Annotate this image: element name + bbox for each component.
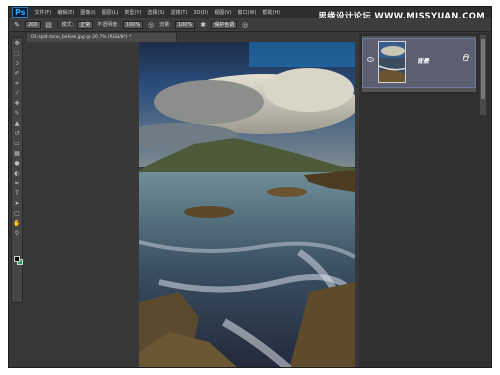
type-tool-icon[interactable]: T [12,189,22,198]
menu-image[interactable]: 图像(I) [80,9,95,16]
menu-select[interactable]: 选择(S) [147,9,164,16]
menu-help[interactable]: 帮助(H) [262,9,280,16]
healing-tool-icon[interactable]: ✚ [12,99,22,108]
gradient-tool-icon[interactable]: ▦ [12,149,22,158]
menu-filter[interactable]: 滤镜(T) [170,9,187,16]
history-brush-tool-icon[interactable]: ↺ [12,129,22,138]
options-bar: ✎ 200 ▤ 模式: 正常 不透明度: 100% ◎ 流量: 100% ✱ 保… [9,18,491,32]
separator [56,20,58,29]
scrollbar-thumb[interactable] [481,39,485,99]
panel-scrollbar[interactable] [480,35,486,115]
shape-tool-icon[interactable]: ▢ [12,209,22,218]
pen-tool-icon[interactable]: ✒ [12,179,22,188]
blur-tool-icon[interactable]: ● [12,159,22,168]
menu-view[interactable]: 视图(V) [214,9,231,16]
marquee-tool-icon[interactable]: ⬚ [12,49,22,58]
layer-name: 背景 [417,58,430,65]
eraser-tool-icon[interactable]: ▭ [12,139,22,148]
pressure-size-icon[interactable]: ◎ [241,21,249,29]
brush-size-picker[interactable]: 200 [25,20,41,29]
lock-icon [463,54,469,61]
crop-tool-icon[interactable]: ⌗ [12,79,22,88]
pressure-opacity-icon[interactable]: ◎ [147,21,155,29]
document-tab[interactable]: 01-split-tone_before.jpg @ 20.7% (RGB/8*… [27,33,177,42]
menu-type[interactable]: 类型(Y) [124,9,141,16]
brush-tool-icon[interactable]: ✎ [13,21,21,29]
brush-tool-icon[interactable]: ✎ [12,109,22,118]
protect-tones-checkbox[interactable]: 保护色调 [211,20,238,29]
document-canvas[interactable] [139,42,355,367]
flow-field[interactable]: 100% [174,20,196,29]
move-tool-icon[interactable]: ✥ [12,39,22,48]
layer-row-background[interactable]: 背景 [362,38,476,88]
menu-3d[interactable]: 3D(D) [193,10,208,16]
menu-window[interactable]: 窗口(W) [238,9,257,16]
mode-label: 模式: [61,22,74,28]
menu-layer[interactable]: 图层(L) [102,9,119,16]
photoshop-window: Ps 文件(F) 编辑(E) 图像(I) 图层(L) 类型(Y) 选择(S) 滤… [8,6,492,368]
menu-file[interactable]: 文件(F) [34,9,51,16]
flow-label: 流量: [159,22,171,28]
menu-edit[interactable]: 编辑(E) [57,9,74,16]
opacity-field[interactable]: 100% [122,20,144,29]
foreground-color-swatch[interactable] [14,256,20,262]
dodge-tool-icon[interactable]: ◐ [12,169,22,178]
toolbox: ✥ ⬚ ↄ ✐ ⌗ ⁄ ✚ ✎ ▲ ↺ ▭ ▦ ● ◐ ✒ T ➤ ▢ ✋ ⚲ [11,37,23,303]
hand-tool-icon[interactable]: ✋ [12,219,22,228]
brush-panel-icon[interactable]: ▤ [45,21,53,29]
zoom-tool-icon[interactable]: ⚲ [12,229,22,238]
airbrush-icon[interactable]: ✱ [199,21,207,29]
opacity-label: 不透明度: [97,22,119,28]
eye-icon[interactable] [367,57,374,62]
eyedropper-tool-icon[interactable]: ⁄ [12,89,22,98]
clone-stamp-tool-icon[interactable]: ▲ [12,119,22,128]
path-select-tool-icon[interactable]: ➤ [12,199,22,208]
lasso-tool-icon[interactable]: ↄ [12,59,22,68]
landscape-photo [139,42,355,367]
layer-thumbnail [378,41,406,83]
quick-select-tool-icon[interactable]: ✐ [12,69,22,78]
mode-dropdown[interactable]: 正常 [77,20,94,29]
app-logo: Ps [12,7,29,18]
layers-panel: 背景 [361,35,477,93]
